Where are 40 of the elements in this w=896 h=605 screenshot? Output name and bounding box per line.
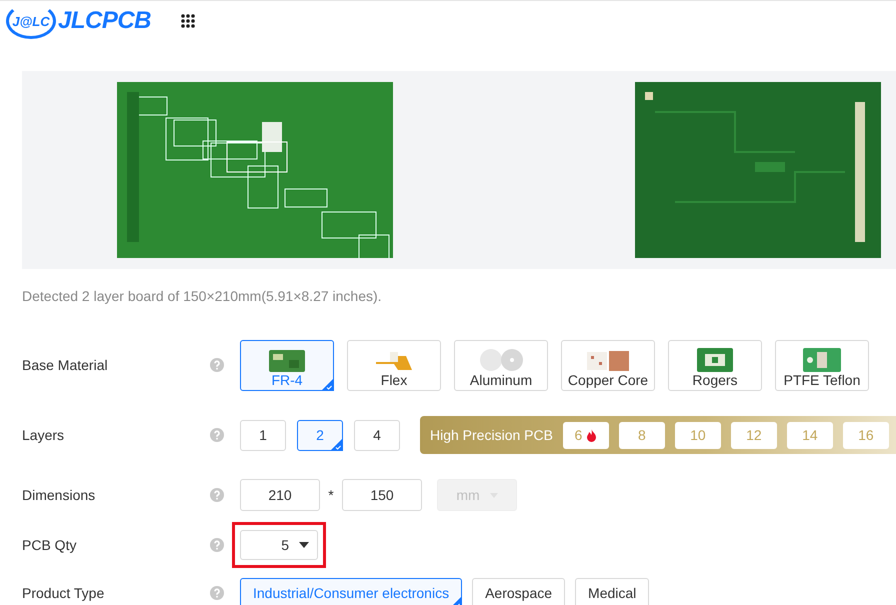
width-field[interactable]: 210 bbox=[240, 479, 320, 511]
product-type-option[interactable]: Aerospace bbox=[472, 578, 566, 605]
material-option[interactable]: Copper Core bbox=[561, 340, 655, 390]
field-label: Base Material bbox=[22, 357, 109, 373]
flex-cable-icon bbox=[374, 350, 414, 372]
help-icon[interactable] bbox=[210, 428, 224, 442]
material-option[interactable]: Aluminum bbox=[454, 340, 548, 390]
material-option[interactable]: Flex bbox=[347, 340, 441, 390]
help-icon[interactable] bbox=[210, 538, 224, 552]
help-icon[interactable] bbox=[210, 488, 224, 502]
circuit-board-icon bbox=[697, 348, 733, 372]
detection-summary: Detected 2 layer board of 150×210mm(5.91×8.27 inches). bbox=[22, 288, 383, 304]
help-icon[interactable] bbox=[210, 358, 224, 372]
app-grid-icon[interactable] bbox=[181, 14, 196, 28]
help-icon[interactable] bbox=[210, 586, 224, 600]
layer-option[interactable]: 4 bbox=[354, 420, 400, 450]
caret-icon bbox=[299, 542, 309, 548]
material-option[interactable]: PTFE Teflon bbox=[775, 340, 869, 390]
field-label: Layers bbox=[22, 427, 66, 443]
product-type-option[interactable]: Industrial/Consumer electronics bbox=[240, 578, 462, 605]
times-sign: * bbox=[327, 487, 335, 503]
field-label: Dimensions bbox=[22, 487, 96, 503]
banner-title: High Precision PCB bbox=[430, 427, 553, 443]
copper-board-icon bbox=[585, 350, 631, 372]
flame-icon bbox=[586, 428, 598, 442]
checkmark-icon bbox=[321, 378, 334, 390]
field-label: Product Type bbox=[22, 585, 106, 601]
layer-option[interactable]: 2 bbox=[297, 420, 343, 450]
field-label: PCB Qty bbox=[22, 537, 78, 553]
aluminum-disc-icon bbox=[479, 348, 523, 372]
circuit-board-icon bbox=[269, 350, 305, 372]
checkmark-icon bbox=[330, 438, 343, 450]
material-option[interactable]: Rogers bbox=[668, 340, 762, 390]
logo-text[interactable]: JLCPCB bbox=[58, 7, 152, 35]
quantity-select[interactable]: 5 bbox=[240, 530, 318, 560]
layer-option[interactable]: 1 bbox=[240, 420, 286, 450]
circuit-board-icon bbox=[803, 348, 841, 372]
product-type-option[interactable]: Medical bbox=[575, 578, 650, 605]
height-field[interactable]: 150 bbox=[342, 479, 422, 511]
material-option[interactable]: FR-4 bbox=[240, 340, 334, 390]
